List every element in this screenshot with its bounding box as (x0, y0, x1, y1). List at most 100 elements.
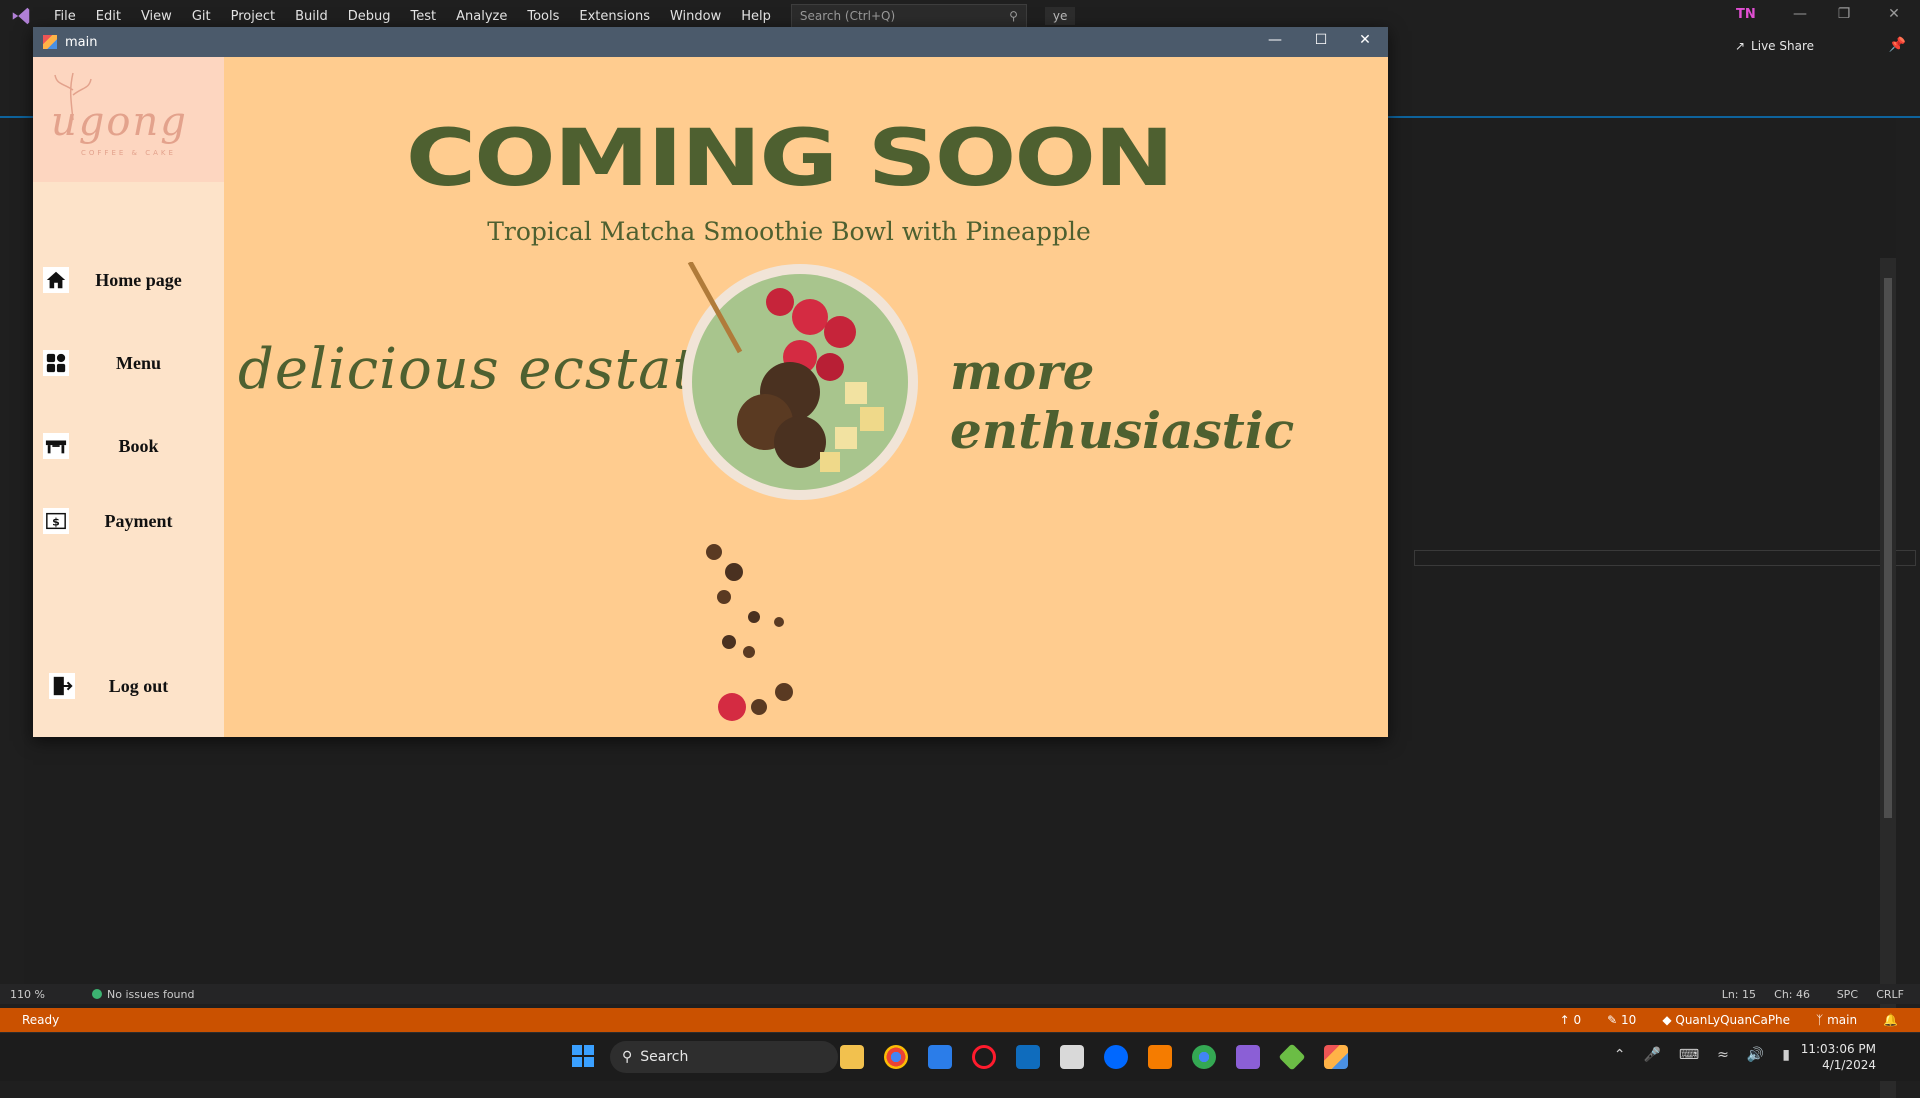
status-bar-right: ↑ 0 ✎ 10 ◆ QuanLyQuanCaPhe ᛉ main 🔔 (1560, 1013, 1898, 1027)
editor-status-row: 110 % No issues found Ln: 15 Ch: 46 SPC … (0, 984, 1920, 1004)
logo-subtext: COFFEE & CAKE (81, 149, 176, 157)
taskbar-search-box[interactable]: ⚲ Search (610, 1041, 838, 1073)
status-text: Ready (22, 1013, 60, 1027)
minimize-icon[interactable]: — (1260, 32, 1290, 48)
changes-count-value: 10 (1621, 1013, 1637, 1027)
app-window-title: main (65, 34, 98, 50)
windows-taskbar: ⚲ Search ⌃ 🎤 ⌨ ≈ 🔊 ▮ 11:03:06 PM 4/1/202… (0, 1032, 1920, 1081)
opera-icon[interactable] (972, 1045, 996, 1069)
calendar-icon[interactable] (928, 1045, 952, 1069)
vs-search-placeholder: Search (Ctrl+Q) (799, 9, 896, 23)
clock-time: 11:03:06 PM (1800, 1042, 1876, 1056)
app-window: main — ☐ ✕ ugong COFFEE & CAKE Home page… (33, 27, 1388, 737)
app-titlebar[interactable]: main — ☐ ✕ (33, 27, 1388, 57)
sidebar-item-payment[interactable]: $ Payment (33, 504, 224, 538)
home-icon (43, 267, 69, 293)
repo-name[interactable]: ◆ QuanLyQuanCaPhe (1662, 1013, 1790, 1027)
minimize-icon[interactable]: — (1788, 6, 1812, 22)
menu-window[interactable]: Window (660, 9, 731, 24)
menu-build[interactable]: Build (285, 9, 338, 24)
user-avatar[interactable]: TN (1736, 7, 1760, 25)
chevron-up-icon[interactable]: ⌃ (1614, 1047, 1626, 1063)
issues-label: No issues found (107, 987, 195, 1001)
vs-search-input[interactable]: Search (Ctrl+Q) ⚲ (790, 4, 1027, 28)
maximize-icon[interactable]: ☐ (1306, 32, 1336, 48)
pin-icon[interactable]: 📌 (1889, 37, 1906, 53)
push-count-value: 0 (1573, 1013, 1582, 1027)
tagline-left: delicious ecstatic (238, 337, 748, 402)
sidebar-item-logout[interactable]: Log out (33, 669, 224, 703)
close-icon[interactable]: ✕ (1350, 32, 1380, 48)
live-share-label: Live Share (1751, 39, 1814, 53)
app-icon[interactable] (1060, 1045, 1084, 1069)
issues-indicator[interactable]: No issues found (92, 988, 194, 1001)
logout-icon (49, 673, 75, 699)
whitespace-mode[interactable]: SPC (1837, 988, 1858, 1001)
restore-icon[interactable]: ❐ (1832, 6, 1856, 22)
running-app-icon[interactable] (1324, 1045, 1348, 1069)
vertical-scrollbar[interactable] (1880, 258, 1896, 1098)
keyboard-icon[interactable]: ⌨ (1679, 1047, 1699, 1063)
changes-count[interactable]: ✎ 10 (1607, 1013, 1636, 1027)
menu-analyze[interactable]: Analyze (446, 9, 517, 24)
sublime-icon[interactable] (1148, 1045, 1172, 1069)
menu-file[interactable]: File (44, 9, 86, 24)
tagline-right: more enthusiastic (950, 342, 1295, 460)
outlook-icon[interactable] (1016, 1045, 1040, 1069)
close-icon[interactable]: ✕ (1882, 6, 1906, 22)
menu-tools[interactable]: Tools (517, 9, 569, 24)
smoothie-bowl-image (682, 262, 918, 500)
product-name: Tropical Matcha Smoothie Bowl with Pinea… (487, 217, 1091, 246)
zalo-icon[interactable] (1104, 1045, 1128, 1069)
battery-icon[interactable]: ▮ (1782, 1047, 1790, 1063)
dollar-icon: $ (43, 508, 69, 534)
menu-git[interactable]: Git (182, 9, 221, 24)
sidebar-item-book[interactable]: Book (33, 429, 224, 463)
clock[interactable]: 11:03:06 PM 4/1/2024 (1801, 1041, 1876, 1073)
logo-text: ugong (51, 99, 188, 145)
logo: ugong COFFEE & CAKE (33, 57, 224, 182)
branch-name[interactable]: ᛉ main (1816, 1013, 1857, 1027)
microphone-icon[interactable]: 🎤 (1643, 1047, 1660, 1063)
sidebar-item-menu[interactable]: Menu (33, 346, 224, 380)
scrollbar-thumb[interactable] (1884, 278, 1892, 818)
zoom-level[interactable]: 110 % (10, 988, 64, 1001)
git-icon[interactable] (1278, 1043, 1306, 1071)
menu-edit[interactable]: Edit (86, 9, 131, 24)
line-ending[interactable]: CRLF (1876, 988, 1904, 1001)
live-share-button[interactable]: ↗ Live Share (1735, 39, 1814, 53)
visual-studio-icon[interactable] (1236, 1045, 1260, 1069)
push-count[interactable]: ↑ 0 (1560, 1013, 1582, 1027)
sidebar: ugong COFFEE & CAKE (33, 57, 224, 737)
menu-extensions[interactable]: Extensions (569, 9, 660, 24)
repo-name-value: QuanLyQuanCaPhe (1675, 1013, 1791, 1027)
app-window-icon (43, 35, 57, 49)
menu-debug[interactable]: Debug (338, 9, 401, 24)
search-icon: ⚲ (1009, 9, 1018, 23)
chrome-profile-icon[interactable] (1192, 1045, 1216, 1069)
file-explorer-icon[interactable] (840, 1045, 864, 1069)
share-icon: ↗ (1734, 39, 1746, 53)
windows-start-icon[interactable] (572, 1045, 594, 1067)
menu-project[interactable]: Project (221, 9, 285, 24)
volume-icon[interactable]: 🔊 (1747, 1047, 1764, 1063)
page-title: COMING SOON (405, 112, 1175, 204)
line-number: Ln: 15 (1721, 987, 1756, 1001)
menu-test[interactable]: Test (401, 9, 447, 24)
check-circle-icon (92, 989, 102, 999)
menu-view[interactable]: View (131, 9, 182, 24)
granola-crumbs-image (706, 544, 793, 721)
clock-date: 4/1/2024 (1822, 1058, 1876, 1072)
main-panel: COMING SOON Tropical Matcha Smoothie Bow… (224, 57, 1388, 737)
wifi-icon[interactable]: ≈ (1717, 1047, 1729, 1063)
chrome-icon[interactable] (884, 1045, 908, 1069)
solution-name: ye (1044, 7, 1076, 25)
editor-divider (1414, 550, 1916, 566)
sidebar-item-home[interactable]: Home page (33, 263, 224, 297)
visual-studio-logo-icon[interactable] (10, 5, 32, 27)
menu-help[interactable]: Help (731, 9, 781, 24)
svg-text:$: $ (52, 516, 60, 529)
char-number: Ch: 46 (1774, 987, 1810, 1001)
notifications-icon[interactable]: 🔔 (1883, 1013, 1898, 1027)
table-icon (43, 433, 69, 459)
